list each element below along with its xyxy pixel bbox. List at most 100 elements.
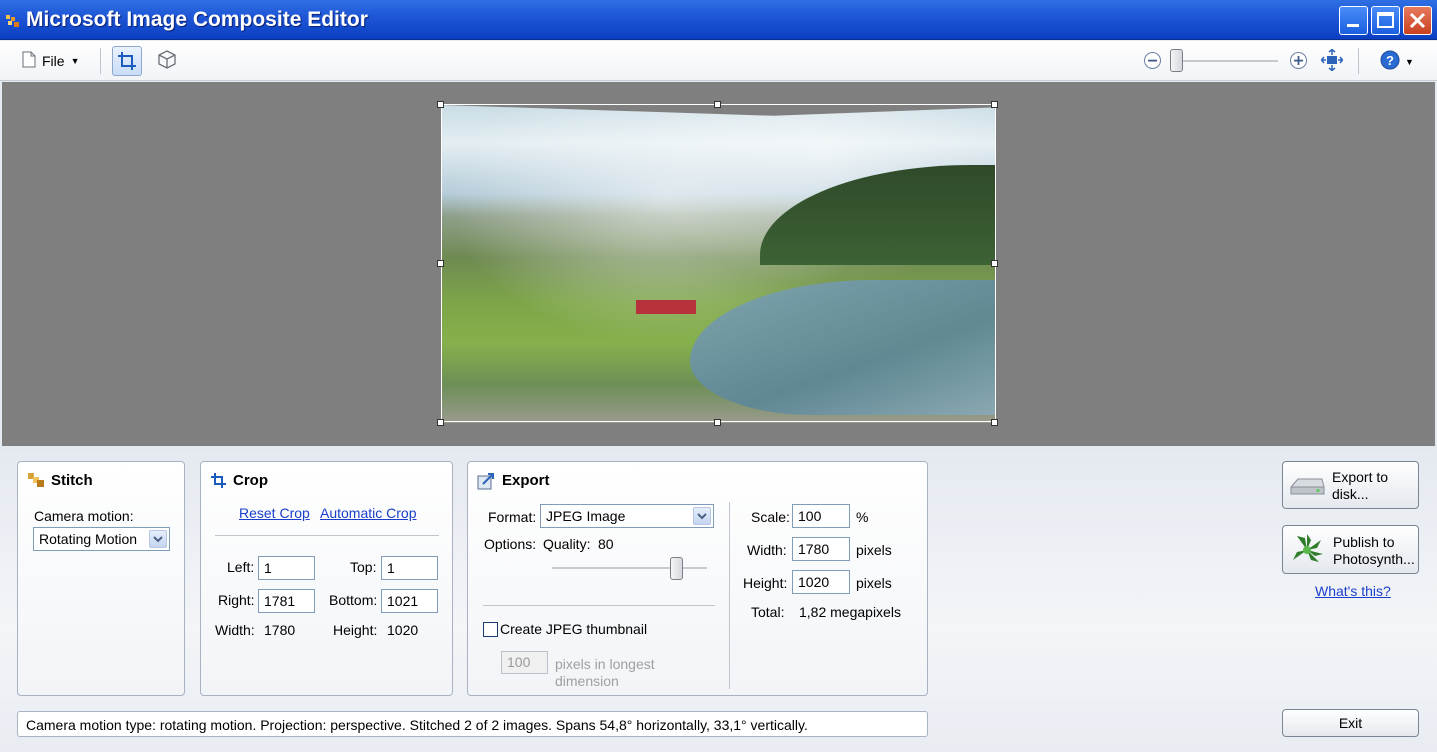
close-button[interactable] [1403,6,1432,35]
export-width-label: Width: [747,542,787,558]
crop-width-label: Width: [215,622,255,638]
quality-value: 80 [598,536,614,552]
disk-icon [1288,475,1326,502]
crop-handle-right[interactable] [991,260,998,267]
crop-frame[interactable] [441,104,996,422]
crop-top-label: Top: [350,559,377,575]
publish-line1: Publish to [1333,534,1395,550]
thumbnail-unit-line1: pixels in longest [555,656,655,672]
crop-tool-button[interactable] [112,46,142,76]
zoom-slider-track[interactable] [1176,60,1278,62]
export-title: Export [502,472,550,489]
camera-motion-value: Rotating Motion [39,531,138,547]
crop-height-value: 1020 [387,622,419,638]
export-height-label: Height: [743,575,788,591]
divider [729,502,730,689]
export-panel: Export Format: JPEG Image Options: Quali… [467,461,928,696]
zoom-slider-thumb[interactable] [1170,49,1183,72]
thumbnail-unit-line2: dimension [555,673,619,689]
export-width-input[interactable]: 1780 [792,537,850,561]
export-to-disk-button[interactable]: Export to disk... [1282,461,1419,509]
format-select[interactable]: JPEG Image [540,504,714,528]
crop-icon [210,472,227,492]
photosynth-icon [1289,532,1325,571]
crop-handle-top-left[interactable] [437,101,444,108]
crop-handle-bottom-right[interactable] [991,419,998,426]
document-icon [22,51,36,71]
help-icon: ? [1380,50,1400,73]
crop-icon [118,52,136,70]
total-value: 1,82 megapixels [799,604,901,620]
export-to-disk-line1: Export to [1332,469,1389,485]
export-to-disk-line2: disk... [1332,486,1369,502]
crop-width-value: 1780 [264,622,296,638]
svg-text:?: ? [1386,53,1394,68]
crop-right-input[interactable]: 1781 [258,589,315,613]
crop-height-label: Height: [333,622,378,638]
toolbar-divider [100,48,101,74]
crop-bottom-label: Bottom: [329,592,378,608]
cube-icon [158,50,176,69]
crop-handle-top[interactable] [714,101,721,108]
crop-title: Crop [233,472,268,489]
maximize-button[interactable] [1371,6,1400,35]
stitch-icon [27,472,45,491]
toolbar-divider [1358,48,1359,74]
file-menu-label: File [42,53,65,69]
window-title: Microsoft Image Composite Editor [26,8,368,31]
export-width-unit: pixels [856,542,892,558]
thumbnail-label: Create JPEG thumbnail [500,621,648,637]
status-bar: Camera motion type: rotating motion. Pro… [17,711,928,737]
format-value: JPEG Image [546,508,626,524]
stitch-title: Stitch [51,472,93,489]
exit-label: Exit [1338,715,1363,731]
crop-right-label: Right: [218,592,255,608]
projection-tool-button[interactable] [156,48,178,74]
options-label: Options: [484,536,537,552]
reset-crop-link[interactable]: Reset Crop [239,505,310,521]
chevron-down-icon [693,507,711,525]
zoom-out-icon[interactable] [1143,51,1162,73]
divider [483,605,715,606]
whats-this-link[interactable]: What's this? [1315,583,1391,599]
crop-top-input[interactable]: 1 [381,556,438,580]
camera-motion-select[interactable]: Rotating Motion [33,527,170,551]
scale-input[interactable]: 100 [792,504,850,528]
thumbnail-size-input[interactable]: 100 [501,651,548,674]
title-bar: Microsoft Image Composite Editor [0,0,1437,40]
crop-left-input[interactable]: 1 [258,556,315,580]
fit-to-window-icon[interactable] [1320,48,1344,74]
crop-handle-bottom-left[interactable] [437,419,444,426]
scale-unit: % [856,509,869,525]
divider [215,535,439,536]
quality-slider-thumb[interactable] [670,557,683,580]
crop-panel: Crop Reset Crop Automatic Crop Left: 1 T… [200,461,453,696]
chevron-down-icon: ▼ [1405,56,1414,67]
camera-motion-label: Camera motion: [34,508,134,524]
format-label: Format: [488,509,537,525]
stitch-panel: Stitch Camera motion: Rotating Motion [17,461,185,696]
crop-handle-top-right[interactable] [991,101,998,108]
chevron-down-icon: ▼ [70,56,80,66]
app-icon [5,13,21,29]
zoom-in-icon[interactable] [1289,51,1308,73]
quality-slider-track[interactable] [552,567,707,569]
crop-bottom-input[interactable]: 1021 [381,589,438,613]
export-icon [477,471,496,493]
crop-handle-bottom[interactable] [714,419,721,426]
chevron-down-icon [149,530,167,548]
exit-button[interactable]: Exit [1282,709,1419,737]
export-height-unit: pixels [856,575,892,591]
export-height-input[interactable]: 1020 [792,570,850,594]
publish-to-photosynth-button[interactable]: Publish to Photosynth... [1282,525,1419,574]
quality-label: Quality: [543,536,591,552]
file-menu-button[interactable]: File ▼ [22,50,79,72]
total-label: Total: [751,604,785,620]
crop-left-label: Left: [227,559,255,575]
crop-handle-left[interactable] [437,260,444,267]
help-menu-button[interactable]: ? ▼ [1380,50,1414,73]
scale-label: Scale: [751,509,790,525]
minimize-button[interactable] [1339,6,1368,35]
automatic-crop-link[interactable]: Automatic Crop [320,505,416,521]
thumbnail-checkbox[interactable] [483,622,498,637]
